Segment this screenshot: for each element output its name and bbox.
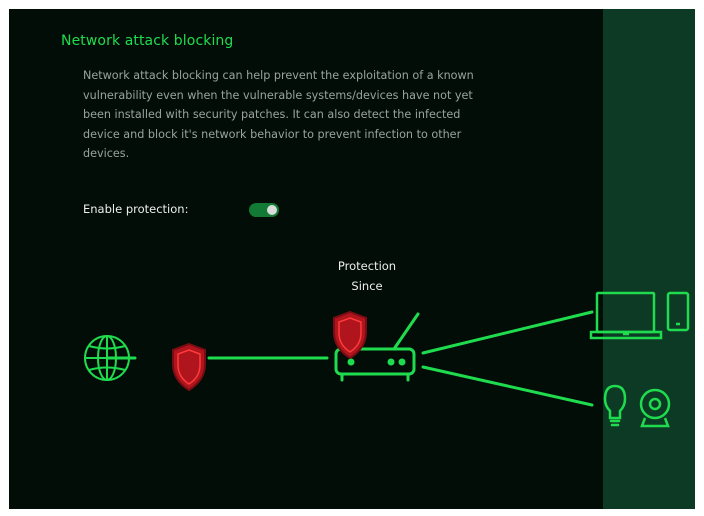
laptop-icon xyxy=(589,291,663,340)
webcam-icon xyxy=(639,388,671,428)
network-diagram xyxy=(84,291,690,428)
globe-icon xyxy=(84,335,130,381)
phone-icon xyxy=(666,291,690,332)
network-attack-blocking-panel: Network attack blocking Network attack b… xyxy=(9,9,695,509)
bulb-icon xyxy=(603,384,627,427)
shield-icon xyxy=(172,342,206,392)
line-router-laptop xyxy=(421,310,594,355)
router-shield-icon xyxy=(333,310,367,360)
line-router-iot xyxy=(421,365,594,407)
